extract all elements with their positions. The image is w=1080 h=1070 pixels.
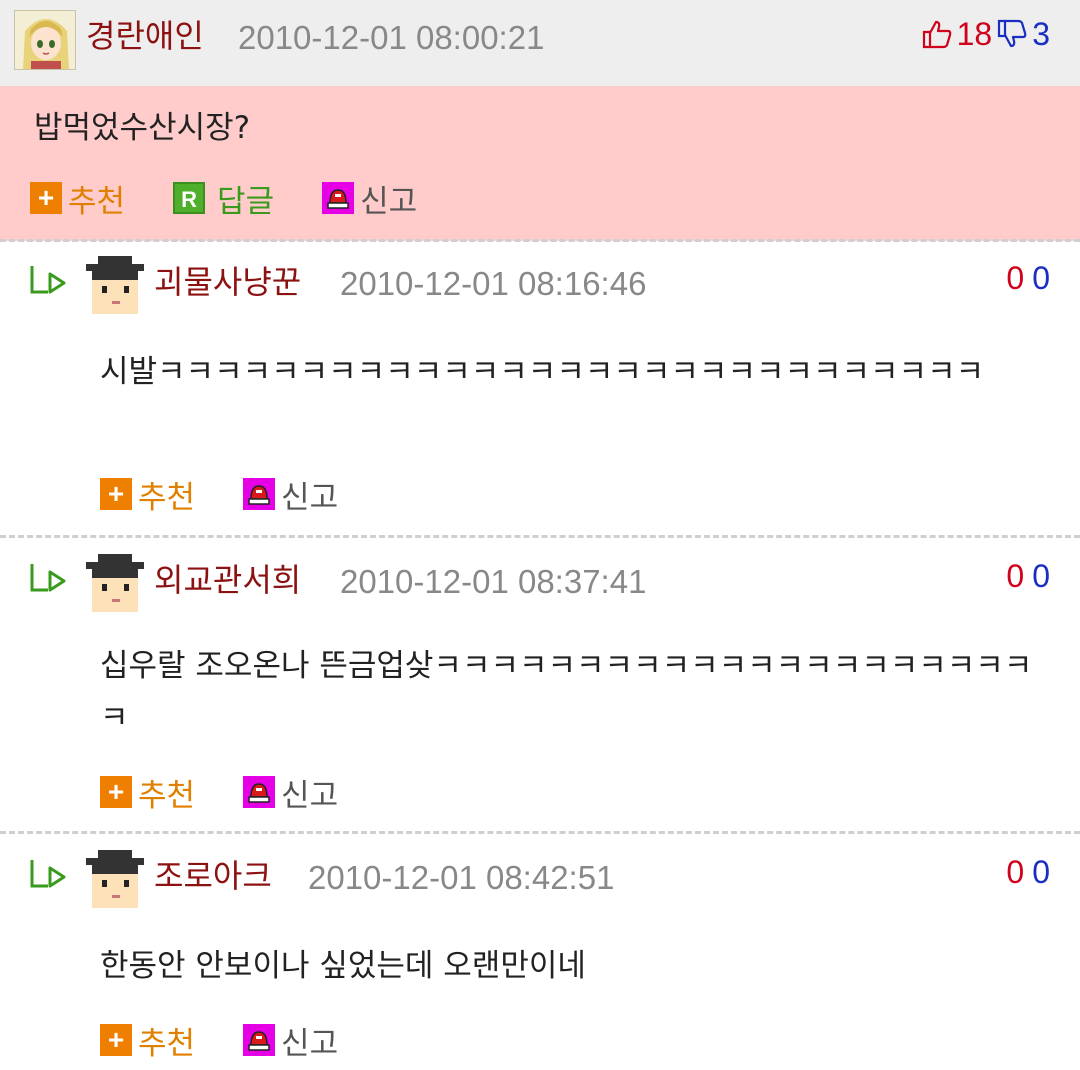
upvote-count[interactable]: 0 <box>1006 558 1024 594</box>
reply-actions: + 추천 신고 <box>100 470 386 518</box>
report-label: 신고 <box>281 479 339 516</box>
reply-actions: + 추천 신고 <box>100 1016 386 1064</box>
reply-button[interactable]: R 답글 <box>173 176 274 221</box>
reply-timestamp: 2010-12-01 08:42:51 <box>308 859 615 896</box>
recommend-button[interactable]: + 추천 <box>100 472 195 517</box>
plus-icon: + <box>100 1024 132 1056</box>
siren-icon <box>243 478 276 510</box>
reply-arrow-icon <box>30 266 66 294</box>
reply-votes: 00 <box>1006 848 1050 896</box>
recommend-label: 추천 <box>138 777 196 814</box>
main-comment-text: 밥먹었수산시장? <box>34 110 251 146</box>
reply-r-icon: R <box>173 182 206 214</box>
reply-item: 괴물사냥꾼 2010-12-01 08:16:46 00 시발ㅋㅋㅋㅋㅋㅋㅋㅋㅋ… <box>0 242 1080 536</box>
recommend-label: 추천 <box>68 183 126 220</box>
main-votes: 18 3 <box>921 10 1050 58</box>
reply-text: 십우랄 조오온나 뜬금업샂ㅋㅋㅋㅋㅋㅋㅋㅋㅋㅋㅋㅋㅋㅋㅋㅋㅋㅋㅋㅋㅋㅋ <box>100 648 1033 736</box>
downvote-count[interactable]: 0 <box>1032 558 1050 594</box>
main-actions: + 추천 R 답글 신고 <box>30 174 465 222</box>
reply-votes: 00 <box>1006 552 1050 600</box>
recommend-label: 추천 <box>138 479 196 516</box>
report-button[interactable]: 신고 <box>322 176 417 221</box>
reply-timestamp: 2010-12-01 08:16:46 <box>340 265 647 302</box>
recommend-button[interactable]: + 추천 <box>100 770 195 815</box>
report-label: 신고 <box>360 183 418 220</box>
siren-icon <box>322 182 355 214</box>
reply-label: 답글 <box>217 183 275 220</box>
reply-arrow-icon <box>30 860 66 888</box>
upvote-count[interactable]: 0 <box>1006 260 1024 296</box>
reply-arrow-icon <box>30 564 66 592</box>
anime-girl-avatar-icon[interactable] <box>14 10 76 70</box>
siren-icon <box>243 776 276 808</box>
reply-text: 한동안 안보이나 싶었는데 오랜만이네 <box>100 948 586 984</box>
thumbs-up-icon[interactable] <box>921 18 953 50</box>
upvote-count[interactable]: 0 <box>1006 854 1024 890</box>
main-timestamp: 2010-12-01 08:00:21 <box>238 19 545 56</box>
siren-icon <box>243 1024 276 1056</box>
main-comment-body: 밥먹었수산시장? + 추천 R 답글 신고 <box>0 86 1080 241</box>
reply-item: 조로아크 2010-12-01 08:42:51 00 한동안 안보이나 싶었는… <box>0 834 1080 1070</box>
plus-icon: + <box>30 182 62 214</box>
graduate-avatar-icon[interactable] <box>84 552 146 614</box>
graduate-avatar-icon[interactable] <box>84 254 146 316</box>
main-author-name[interactable]: 경란애인 <box>86 12 204 60</box>
downvote-count[interactable]: 0 <box>1032 260 1050 296</box>
downvote-count[interactable]: 0 <box>1032 854 1050 890</box>
report-button[interactable]: 신고 <box>243 770 338 815</box>
report-button[interactable]: 신고 <box>243 1018 338 1063</box>
report-label: 신고 <box>281 777 339 814</box>
reply-actions: + 추천 신고 <box>100 768 386 816</box>
recommend-label: 추천 <box>138 1025 196 1062</box>
recommend-button[interactable]: + 추천 <box>30 176 125 221</box>
recommend-button[interactable]: + 추천 <box>100 1018 195 1063</box>
downvote-count: 3 <box>1032 15 1050 52</box>
report-button[interactable]: 신고 <box>243 472 338 517</box>
report-label: 신고 <box>281 1025 339 1062</box>
thumbs-down-icon[interactable] <box>996 18 1028 50</box>
reply-author-name[interactable]: 외교관서희 <box>154 556 301 604</box>
plus-icon: + <box>100 776 132 808</box>
upvote-count: 18 <box>956 15 993 52</box>
main-comment-header: 경란애인 2010-12-01 08:00:21 18 3 <box>0 0 1080 86</box>
reply-timestamp: 2010-12-01 08:37:41 <box>340 563 647 600</box>
reply-author-name[interactable]: 괴물사냥꾼 <box>154 258 301 306</box>
graduate-avatar-icon[interactable] <box>84 848 146 910</box>
reply-item: 외교관서희 2010-12-01 08:37:41 00 십우랄 조오온나 뜬금… <box>0 538 1080 832</box>
plus-icon: + <box>100 478 132 510</box>
reply-author-name[interactable]: 조로아크 <box>154 852 272 900</box>
reply-votes: 00 <box>1006 254 1050 302</box>
reply-text: 시발ㅋㅋㅋㅋㅋㅋㅋㅋㅋㅋㅋㅋㅋㅋㅋㅋㅋㅋㅋㅋㅋㅋㅋㅋㅋㅋㅋㅋㅋ <box>100 354 985 390</box>
